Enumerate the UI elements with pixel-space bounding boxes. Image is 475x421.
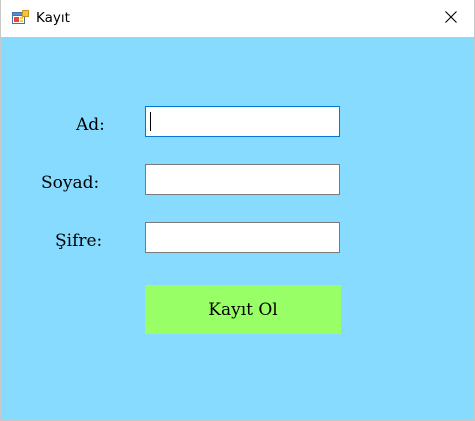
password-label: Şifre: [55,231,103,251]
window-title: Kayıt [36,10,70,26]
title-bar[interactable]: Kayıt [1,0,474,37]
form-area: Ad: Soyad: Şifre: Kayıt Ol [1,37,474,420]
close-button[interactable] [428,0,474,37]
register-button[interactable]: Kayıt Ol [145,285,341,334]
first-name-label: Ad: [76,115,105,135]
last-name-label: Soyad: [41,173,100,193]
password-input[interactable] [145,222,340,253]
windows-form-icon [12,10,29,26]
last-name-input[interactable] [145,164,340,195]
first-name-input[interactable] [145,106,340,137]
app-window: Kayıt Ad: Soyad: Şifre: Kayıt Ol [0,0,475,421]
text-caret [150,112,151,131]
close-icon [445,10,457,28]
